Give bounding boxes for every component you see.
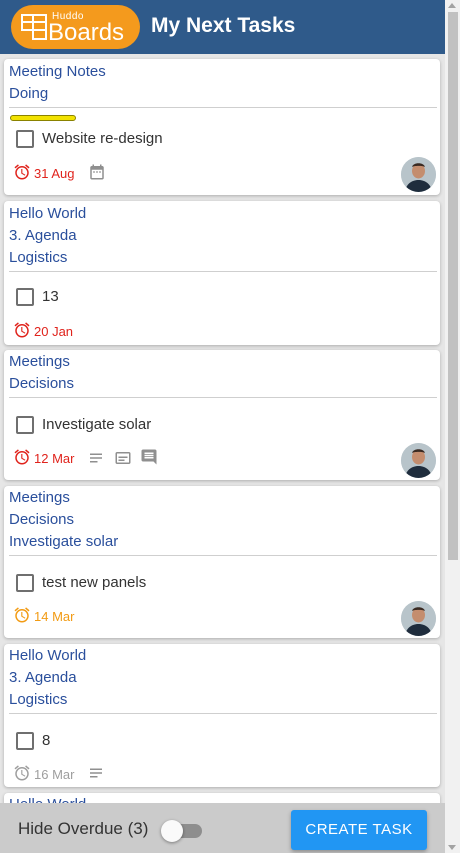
divider: [9, 713, 437, 714]
breadcrumb-board[interactable]: Hello World: [9, 205, 86, 223]
task-card[interactable]: Meeting Notes Doing Website re-design 31…: [4, 59, 440, 195]
breadcrumb-list[interactable]: 3. Agenda: [9, 669, 77, 687]
divider: [9, 271, 437, 272]
breadcrumb-board[interactable]: Meetings: [9, 489, 70, 507]
toggle-thumb[interactable]: [161, 820, 183, 842]
task-checkbox[interactable]: [16, 288, 34, 306]
calendar-icon: [90, 164, 104, 180]
description-icon: [90, 768, 102, 778]
breadcrumb-list[interactable]: 3. Agenda: [9, 227, 77, 245]
breadcrumb-parent[interactable]: Investigate solar: [9, 533, 118, 551]
breadcrumb-board[interactable]: Meetings: [9, 353, 70, 371]
breadcrumb-list[interactable]: Decisions: [9, 375, 74, 393]
task-title[interactable]: 13: [42, 288, 59, 305]
divider: [9, 397, 437, 398]
task-card[interactable]: Hello World 3. Agenda Logistics 8 16 Mar: [4, 644, 440, 787]
alarm-clock-icon: [14, 322, 30, 338]
scroll-up-arrow-icon[interactable]: [448, 3, 456, 8]
description-icon: [90, 453, 102, 463]
footer-bar: Hide Overdue (3) CREATE TASK: [0, 803, 445, 853]
alarm-clock-icon: [14, 164, 30, 180]
alarm-clock-icon: [14, 449, 30, 465]
huddo-boards-logo[interactable]: Huddo Boards: [11, 5, 140, 49]
assignee-avatar[interactable]: [401, 601, 436, 636]
alarm-clock-icon: [14, 607, 30, 623]
task-title[interactable]: Investigate solar: [42, 416, 151, 433]
page-title: My Next Tasks: [151, 14, 296, 37]
logo-big-text: Boards: [48, 19, 125, 46]
alarm-clock-icon: [14, 765, 30, 781]
breadcrumb-parent[interactable]: Logistics: [9, 249, 67, 267]
assignee-avatar[interactable]: [401, 443, 436, 478]
breadcrumb-list[interactable]: Doing: [9, 85, 48, 103]
breadcrumb-parent[interactable]: Logistics: [9, 691, 67, 709]
divider: [9, 107, 437, 108]
yellow-label-bar: [10, 115, 76, 121]
create-task-button[interactable]: CREATE TASK: [291, 810, 427, 850]
task-card[interactable]: Hello World 3. Agenda Logistics 13 20 Ja…: [4, 201, 440, 345]
divider: [9, 555, 437, 556]
app-header: Huddo Boards My Next Tasks: [0, 0, 445, 54]
task-title[interactable]: 8: [42, 732, 50, 749]
due-date[interactable]: 31 Aug: [34, 166, 75, 181]
comment-icon: [141, 449, 157, 465]
due-date[interactable]: 16 Mar: [34, 767, 74, 782]
boards-grid-icon: [21, 14, 47, 40]
task-checkbox[interactable]: [16, 574, 34, 592]
hide-overdue-label: Hide Overdue (3): [18, 819, 149, 838]
due-date[interactable]: 12 Mar: [34, 451, 74, 466]
scrollbar-thumb[interactable]: [448, 12, 458, 560]
due-date[interactable]: 14 Mar: [34, 609, 74, 624]
task-card[interactable]: Meetings Decisions Investigate solar tes…: [4, 486, 440, 638]
breadcrumb-list[interactable]: Decisions: [9, 511, 74, 529]
breadcrumb-board[interactable]: Meeting Notes: [9, 63, 106, 81]
assignee-avatar[interactable]: [401, 157, 436, 192]
task-checkbox[interactable]: [16, 732, 34, 750]
scroll-down-arrow-icon[interactable]: [448, 845, 456, 850]
breadcrumb-board[interactable]: Hello World: [9, 647, 86, 665]
task-card[interactable]: Meetings Decisions Investigate solar 12 …: [4, 350, 440, 480]
task-title[interactable]: test new panels: [42, 574, 146, 591]
task-checkbox[interactable]: [16, 130, 34, 148]
task-title[interactable]: Website re-design: [42, 130, 163, 147]
due-date[interactable]: 20 Jan: [34, 324, 73, 339]
task-checkbox[interactable]: [16, 416, 34, 434]
subtitles-icon: [115, 452, 131, 464]
